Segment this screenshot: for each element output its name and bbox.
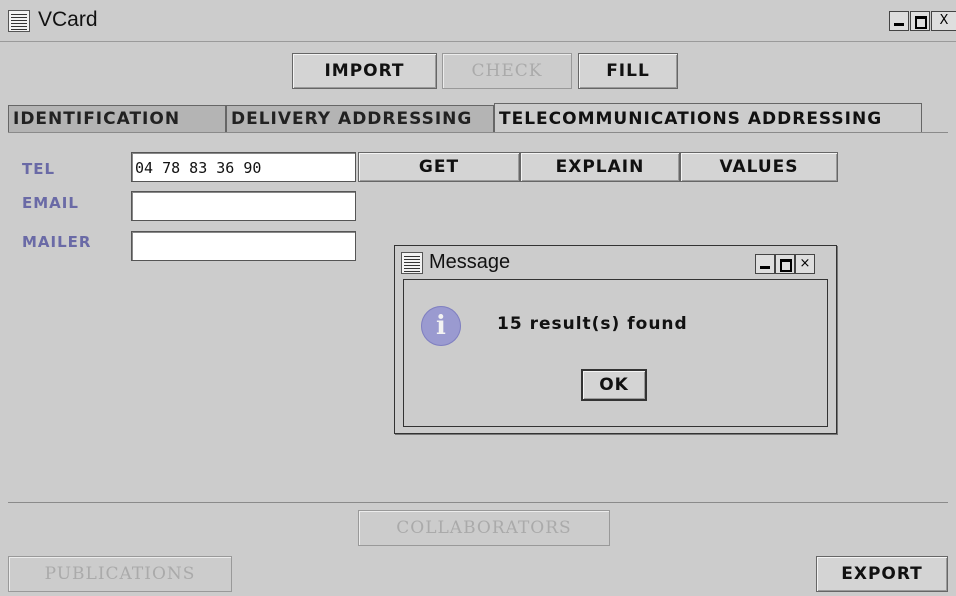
footer-separator <box>8 502 948 503</box>
tab-divider <box>8 132 948 133</box>
explain-button[interactable]: EXPLAIN <box>520 152 680 182</box>
get-button[interactable]: GET <box>358 152 520 182</box>
window-menu-icon[interactable] <box>8 10 30 32</box>
maximize-icon[interactable] <box>910 11 930 31</box>
export-button[interactable]: EXPORT <box>816 556 948 592</box>
email-field[interactable] <box>131 191 356 221</box>
tel-label: TEL <box>22 160 56 178</box>
vcard-window: VCard X IMPORT CHECK FILL IDENTIFICATION… <box>0 0 956 596</box>
ok-button[interactable]: OK <box>581 369 647 401</box>
tab-telecommunications-addressing[interactable]: TELECOMMUNICATIONS ADDRESSING <box>494 103 922 133</box>
publications-button[interactable]: PUBLICATIONS <box>8 556 232 592</box>
email-label: EMAIL <box>22 194 79 212</box>
info-icon: i <box>421 306 461 346</box>
values-button[interactable]: VALUES <box>680 152 838 182</box>
window-title: VCard <box>38 8 98 31</box>
tab-identification[interactable]: IDENTIFICATION <box>8 105 226 132</box>
title-bar: VCard X <box>0 0 956 42</box>
dialog-body <box>403 279 828 427</box>
dialog-close-icon[interactable]: × <box>795 254 815 274</box>
dialog-menu-icon[interactable] <box>401 252 423 274</box>
close-icon[interactable]: X <box>931 11 956 31</box>
message-dialog: Message × i 15 result(s) found OK <box>394 245 837 434</box>
dialog-maximize-icon[interactable] <box>775 254 795 274</box>
mailer-label: MAILER <box>22 233 92 251</box>
dialog-title: Message <box>429 251 511 273</box>
collaborators-button[interactable]: COLLABORATORS <box>358 510 610 546</box>
dialog-message: 15 result(s) found <box>497 314 688 334</box>
tel-field[interactable]: 04 78 83 36 90 <box>131 152 356 182</box>
fill-button[interactable]: FILL <box>578 53 678 89</box>
mailer-field[interactable] <box>131 231 356 261</box>
minimize-icon[interactable] <box>889 11 909 31</box>
tab-delivery-addressing[interactable]: DELIVERY ADDRESSING <box>226 105 494 132</box>
import-button[interactable]: IMPORT <box>292 53 437 89</box>
dialog-minimize-icon[interactable] <box>755 254 775 274</box>
check-button[interactable]: CHECK <box>442 53 572 89</box>
dialog-title-bar: Message × <box>395 246 836 278</box>
